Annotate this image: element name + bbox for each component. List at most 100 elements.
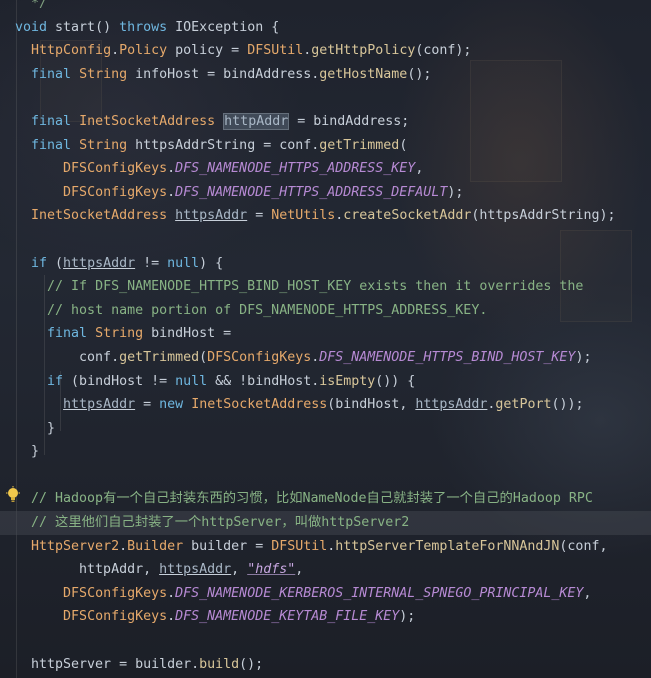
code-line[interactable]: InetSocketAddress httpsAddr = NetUtils.c… [0, 204, 651, 228]
code-token: ( [399, 137, 408, 153]
code-token: , [231, 562, 248, 578]
code-token: getTrimmed [119, 349, 200, 365]
code-token: HttpServer2 [31, 538, 120, 554]
code-line[interactable]: final String httpsAddrString = conf.getT… [0, 134, 651, 158]
code-token: DFS_NAMENODE_HTTPS_ADDRESS_DEFAULT [175, 184, 448, 200]
code-token: bindHost = [143, 326, 232, 342]
code-token: getHostName [319, 66, 408, 82]
code-line[interactable]: conf.getTrimmed(DFSConfigKeys.DFS_NAMENO… [0, 346, 651, 370]
code-line[interactable]: } [0, 440, 651, 464]
code-token: // Hadoop有一个自己封装东西的习惯，比如NameNode自己就封装了一个… [31, 491, 593, 507]
code-line[interactable]: httpsAddr = new InetSocketAddress(bindHo… [0, 393, 651, 417]
code-token: (); [239, 656, 264, 672]
code-token: ); [575, 349, 592, 365]
code-line[interactable]: HttpServer2.Builder builder = DFSUtil.ht… [0, 535, 651, 559]
code-token: , [583, 585, 592, 601]
code-token: build [199, 656, 240, 672]
code-token: . [167, 184, 176, 200]
code-line[interactable]: HttpConfig.Policy policy = DFSUtil.getHt… [0, 39, 651, 63]
code-token: DFSConfigKeys [63, 609, 168, 625]
code-token: createSocketAddr [343, 208, 472, 224]
code-token: ); [399, 609, 416, 625]
code-line[interactable]: // 这里他们自己封装了一个httpServer，叫做httpServer2 [0, 511, 651, 535]
code-token: final [31, 137, 72, 153]
code-line[interactable]: } [0, 417, 651, 441]
code-token: getTrimmed [319, 137, 400, 153]
code-token: null [175, 373, 208, 389]
code-token: NetUtils [271, 208, 336, 224]
code-token: httpServerTemplateForNNAndJN [335, 538, 560, 554]
code-token: (bindHost != [63, 373, 176, 389]
code-line[interactable]: // If DFS_NAMENODE_HTTPS_BIND_HOST_KEY e… [0, 275, 651, 299]
code-token: httpsAddr [159, 562, 232, 578]
code-token: infoHost = bindAddress. [127, 66, 320, 82]
code-editor[interactable]: */ void start() throws IOException { Http… [0, 0, 651, 678]
code-token: final [47, 326, 88, 342]
code-token: DFSUtil [271, 538, 328, 554]
code-line[interactable]: if (httpsAddr != null) { [0, 252, 651, 276]
code-line[interactable] [0, 629, 651, 653]
code-token: throws [119, 19, 168, 35]
code-line[interactable]: // Hadoop有一个自己封装东西的习惯，比如NameNode自己就封装了一个… [0, 487, 651, 511]
code-token: ()); [551, 397, 584, 413]
code-token: InetSocketAddress [79, 113, 216, 129]
code-line[interactable]: DFSConfigKeys.DFS_NAMENODE_KEYTAB_FILE_K… [0, 605, 651, 629]
code-token: httpsAddr [415, 397, 488, 413]
code-line[interactable] [0, 228, 651, 252]
code-token: "hdfs" [247, 562, 296, 578]
code-lines[interactable]: */ void start() throws IOException { Http… [0, 0, 651, 676]
code-token: final [31, 113, 72, 129]
code-line[interactable]: httpServer = builder.build(); [0, 653, 651, 677]
code-token: (conf); [415, 43, 472, 59]
code-line[interactable] [0, 86, 651, 110]
code-token: HttpConfig [31, 43, 112, 59]
code-token: (); [407, 66, 432, 82]
code-token: (httpsAddrString); [471, 208, 616, 224]
code-line[interactable]: void start() throws IOException { [0, 16, 651, 40]
code-token: String [79, 66, 128, 82]
code-token: && !bindHost. [207, 373, 320, 389]
code-line[interactable]: DFSConfigKeys.DFS_NAMENODE_HTTPS_ADDRESS… [0, 157, 651, 181]
code-line[interactable]: final String bindHost = [0, 322, 651, 346]
code-line[interactable]: if (bindHost != null && !bindHost.isEmpt… [0, 370, 651, 394]
code-token: new [159, 397, 184, 413]
code-token: . [167, 609, 176, 625]
code-line[interactable]: // host name portion of DFS_NAMENODE_HTT… [0, 299, 651, 323]
code-token: // If DFS_NAMENODE_HTTPS_BIND_HOST_KEY e… [47, 279, 584, 295]
code-token: isEmpty [319, 373, 376, 389]
code-token: , [295, 562, 304, 578]
code-token: builder = [183, 538, 272, 554]
code-line[interactable]: DFSConfigKeys.DFS_NAMENODE_KERBEROS_INTE… [0, 582, 651, 606]
code-line[interactable]: httpAddr, httpsAddr, "hdfs", [0, 558, 651, 582]
code-token: policy = [167, 43, 248, 59]
code-token: httpAddr, [15, 562, 160, 578]
code-token: httpServer = builder. [15, 656, 200, 672]
code-token: getHttpPolicy [311, 43, 416, 59]
code-line[interactable]: final InetSocketAddress httpAddr = bindA… [0, 110, 651, 134]
code-line[interactable]: DFSConfigKeys.DFS_NAMENODE_HTTPS_ADDRESS… [0, 181, 651, 205]
code-line[interactable] [0, 464, 651, 488]
code-token: // host name portion of DFS_NAMENODE_HTT… [47, 302, 488, 318]
lightbulb-icon[interactable] [4, 486, 22, 504]
code-token: DFS_NAMENODE_HTTPS_BIND_HOST_KEY [319, 349, 576, 365]
code-line[interactable]: final String infoHost = bindAddress.getH… [0, 63, 651, 87]
code-token: ) { [199, 255, 224, 271]
code-line[interactable]: */ [0, 0, 651, 16]
code-token: } [15, 420, 56, 436]
code-token: if [47, 373, 64, 389]
